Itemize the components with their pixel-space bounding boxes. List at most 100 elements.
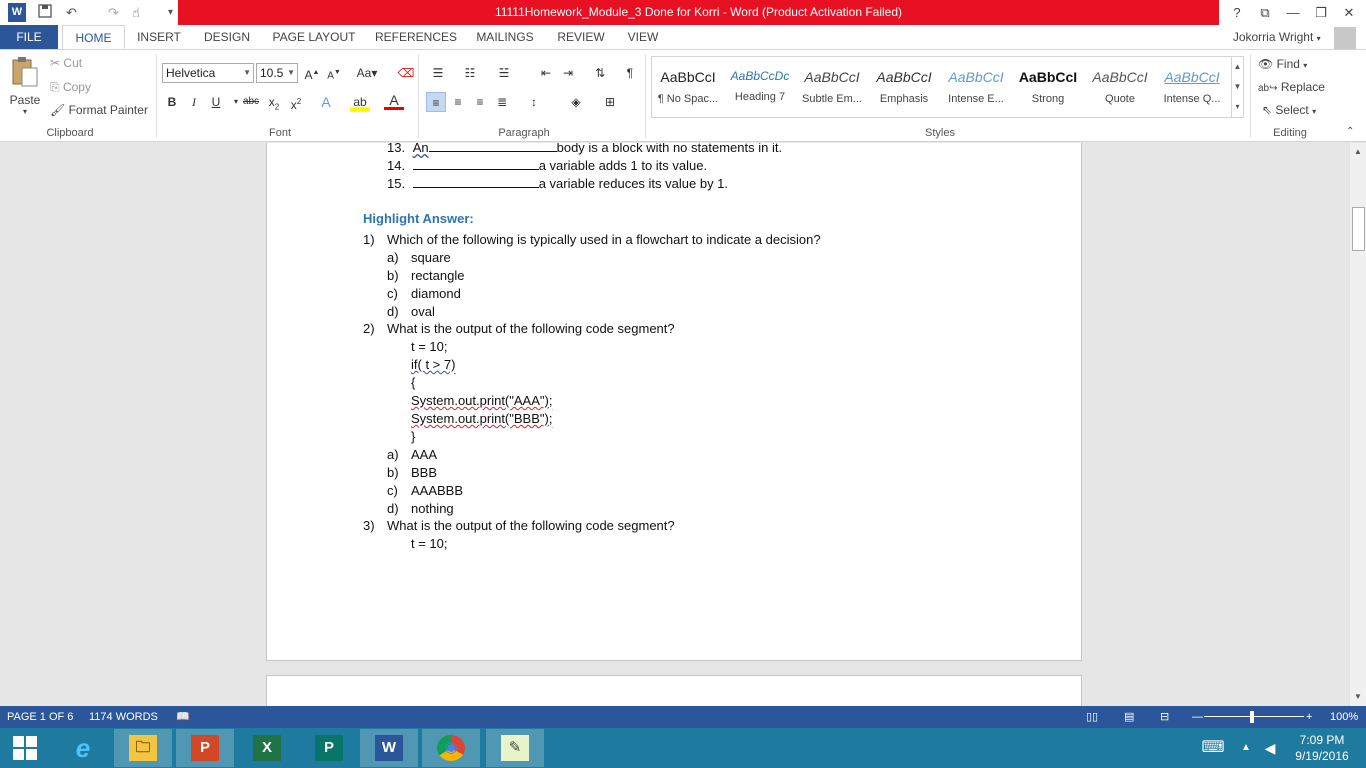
restore-button[interactable]: ❐	[1306, 0, 1336, 25]
redo-icon[interactable]: ↷	[108, 3, 119, 22]
find-button[interactable]: 👁 Find ▾	[1258, 57, 1307, 71]
highlight-icon[interactable]: ab	[350, 92, 370, 112]
line-spacing-icon[interactable]: ↕	[524, 92, 544, 112]
zoom-slider-thumb[interactable]	[1250, 711, 1254, 723]
help-button[interactable]: ?	[1222, 0, 1252, 25]
tab-references[interactable]: REFERENCES	[372, 25, 460, 49]
text-effects-icon[interactable]: A	[316, 92, 336, 112]
font-family-select[interactable]: Helvetica ▼	[162, 63, 254, 83]
select-button[interactable]: ⇖ Select ▾	[1262, 103, 1316, 117]
show-hidden-icons-icon[interactable]: ▲	[1236, 729, 1256, 767]
ribbon-display-options-button[interactable]: ⧉	[1250, 0, 1280, 25]
style-intense-quote[interactable]: AaBbCcI Intense Q...	[1156, 57, 1228, 117]
save-icon[interactable]	[37, 3, 53, 22]
collapse-ribbon-icon[interactable]: ⌃	[1346, 126, 1354, 137]
change-case-button[interactable]: Aa▾	[354, 63, 380, 83]
style-subtle-emphasis[interactable]: AaBbCcI Subtle Em...	[796, 57, 868, 117]
shading-icon[interactable]: ◈	[566, 92, 586, 112]
zoom-in-icon[interactable]: +	[1306, 706, 1312, 728]
notepad-icon[interactable]: ✎	[486, 729, 544, 767]
style-quote[interactable]: AaBbCcI Quote	[1084, 57, 1156, 117]
zoom-slider[interactable]	[1204, 716, 1304, 717]
tab-page-layout[interactable]: PAGE LAYOUT	[266, 25, 362, 49]
font-size-select[interactable]: 10.5 ▼	[256, 63, 298, 83]
style-heading-7[interactable]: AaBbCcDc Heading 7	[724, 57, 796, 117]
justify-icon[interactable]: ≣	[492, 92, 512, 112]
bold-button[interactable]: B	[162, 92, 182, 112]
excel-icon[interactable]: X	[238, 729, 296, 767]
volume-icon[interactable]: ◀	[1260, 729, 1280, 767]
decrease-indent-icon[interactable]: ⇤	[536, 63, 556, 83]
format-painter-button[interactable]: 🖌 Format Painter	[50, 103, 148, 117]
sort-icon[interactable]: ⇅	[590, 63, 610, 83]
superscript-button[interactable]: x2	[286, 92, 306, 112]
print-layout-icon[interactable]: ▤	[1124, 706, 1134, 728]
increase-indent-icon[interactable]: ⇥	[558, 63, 578, 83]
scroll-down-icon[interactable]: ▼	[1350, 690, 1366, 704]
cut-button[interactable]: ✂ Cut	[50, 56, 82, 70]
keyboard-icon[interactable]: ⌨	[1196, 729, 1230, 767]
start-button[interactable]	[0, 729, 50, 767]
page-count[interactable]: PAGE 1 OF 6	[7, 706, 73, 728]
tab-home[interactable]: HOME	[62, 25, 125, 49]
bullets-icon[interactable]: ☰	[428, 63, 448, 83]
zoom-level[interactable]: 100%	[1330, 706, 1358, 728]
scroll-up-icon[interactable]: ▲	[1350, 145, 1366, 159]
subscript-button[interactable]: x2	[264, 92, 284, 112]
read-mode-icon[interactable]: ▯▯	[1086, 706, 1098, 728]
paste-button[interactable]: Paste ▾	[8, 56, 42, 122]
style-intense-emphasis[interactable]: AaBbCcI Intense E...	[940, 57, 1012, 117]
word-icon[interactable]: W	[360, 729, 418, 767]
multilevel-list-icon[interactable]: ☱	[494, 63, 514, 83]
italic-button[interactable]: I	[184, 92, 204, 112]
borders-icon[interactable]: ⊞	[600, 92, 620, 112]
grow-font-button[interactable]: A▲	[302, 63, 322, 83]
internet-explorer-icon[interactable]: e	[54, 729, 112, 767]
tab-file[interactable]: FILE	[0, 25, 58, 49]
expand-gallery-icon[interactable]: ▾	[1232, 97, 1243, 117]
tab-review[interactable]: REVIEW	[550, 25, 612, 49]
tab-design[interactable]: DESIGN	[197, 25, 257, 49]
strikethrough-button[interactable]: abc	[240, 92, 262, 112]
word-count[interactable]: 1174 WORDS	[89, 706, 158, 728]
style-strong[interactable]: AaBbCcI Strong	[1012, 57, 1084, 117]
user-account[interactable]: Jokorria Wright ▾	[1233, 25, 1356, 49]
shrink-font-button[interactable]: A▼	[324, 63, 344, 83]
copy-button[interactable]: ⎘ Copy	[50, 80, 91, 95]
align-center-icon[interactable]: ≡	[448, 92, 468, 112]
chevron-up-icon[interactable]: ▲	[1232, 57, 1243, 77]
zoom-out-icon[interactable]: —	[1192, 706, 1203, 728]
document-area[interactable]: 13. An body is a block with no statements…	[0, 143, 1349, 706]
vertical-scrollbar[interactable]: ▲ ▼	[1349, 143, 1366, 706]
numbering-icon[interactable]: ☷	[460, 63, 480, 83]
file-explorer-icon[interactable]: 🗀	[114, 729, 172, 767]
pilcrow-icon[interactable]: ¶	[620, 63, 640, 83]
font-color-icon[interactable]: A	[384, 92, 404, 110]
close-button[interactable]: ✕	[1334, 0, 1364, 25]
underline-button[interactable]: U	[206, 92, 226, 112]
clear-formatting-icon[interactable]: ⌫	[396, 63, 416, 83]
publisher-icon[interactable]: P	[300, 729, 358, 767]
powerpoint-icon[interactable]: P	[176, 729, 234, 767]
chevron-down-icon[interactable]: ▼	[1232, 77, 1243, 97]
align-right-icon[interactable]: ≡	[470, 92, 490, 112]
style-no-spacing[interactable]: AaBbCcI ¶ No Spac...	[652, 57, 724, 117]
replace-button[interactable]: ab↪ Replace	[1258, 80, 1325, 94]
tab-mailings[interactable]: MAILINGS	[469, 25, 541, 49]
chrome-icon[interactable]: ◉	[422, 729, 480, 767]
proofing-icon[interactable]: 📖	[176, 706, 190, 728]
touch-mode-icon[interactable]: ☝	[132, 3, 140, 22]
style-emphasis[interactable]: AaBbCcI Emphasis	[868, 57, 940, 117]
minimize-button[interactable]: —	[1278, 0, 1308, 25]
styles-scroll[interactable]: ▲ ▼ ▾	[1231, 57, 1243, 117]
customize-qat-icon[interactable]: ▾	[168, 3, 173, 22]
tab-insert[interactable]: INSERT	[130, 25, 188, 49]
undo-icon[interactable]: ↶	[66, 3, 77, 22]
tab-view[interactable]: VIEW	[620, 25, 666, 49]
web-layout-icon[interactable]: ⊟	[1160, 706, 1169, 728]
document-page-next[interactable]	[266, 675, 1082, 706]
scroll-thumb[interactable]	[1352, 207, 1365, 251]
align-left-icon[interactable]: ≡	[426, 92, 446, 112]
clock[interactable]: 7:09 PM 9/19/2016	[1292, 732, 1352, 764]
word-logo-icon[interactable]: W	[8, 3, 26, 22]
